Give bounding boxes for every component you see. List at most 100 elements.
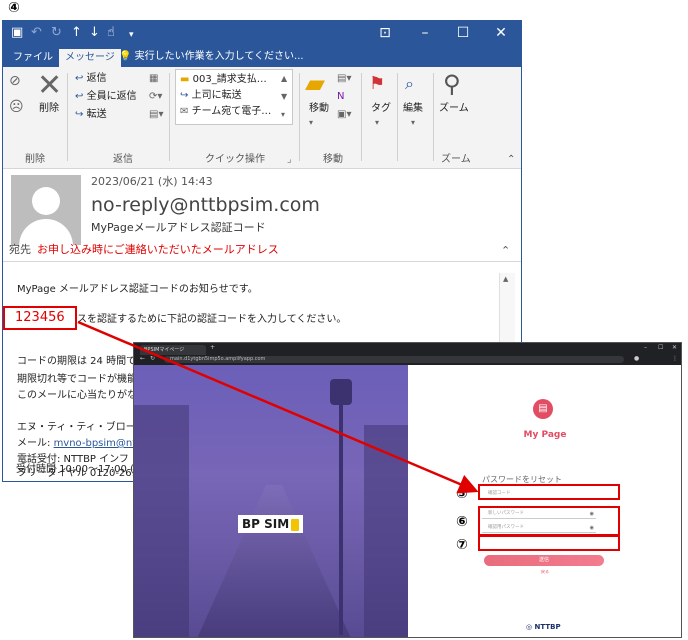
down-arrow-icon[interactable]: ↓: [89, 25, 100, 41]
minimize-icon[interactable]: –: [415, 24, 435, 42]
recipient-note: お申し込み時にご連絡いただいたメールアドレス: [37, 243, 279, 256]
move-folder-icon[interactable]: ▰: [305, 69, 325, 99]
actions-icon[interactable]: ▣▾: [337, 109, 351, 121]
ignore-icon[interactable]: ⊘: [9, 74, 21, 88]
back-link[interactable]: 戻る: [408, 569, 681, 575]
move-dropdown-icon[interactable]: ▾: [309, 117, 313, 129]
body-line-1: MyPage メールアドレス認証コードのお知らせです。: [17, 284, 258, 295]
quick-steps-scroll-up-icon[interactable]: ▲: [281, 73, 287, 85]
im-icon[interactable]: ⟳▾: [149, 91, 162, 103]
message-header: 2023/06/21 (水) 14:43 no-reply@nttbpsim.c…: [3, 171, 521, 261]
document-icon: ▤: [533, 399, 553, 419]
signature-line-5: 受付時間 10:00〜17:00 (土: [16, 464, 144, 475]
bpsim-logo: BP SIM: [238, 515, 304, 533]
mypage-title: My Page: [523, 430, 567, 440]
signature-line-2: メール: mvno-bpsim@ntt-: [17, 438, 144, 450]
send-button-highlight: [478, 535, 620, 551]
code-input-highlight: [478, 484, 620, 500]
profile-icon[interactable]: ●: [634, 355, 639, 362]
reply-all-button[interactable]: ↩ 全員に返信: [75, 91, 137, 103]
quick-steps-dialog-icon[interactable]: ⌟: [287, 154, 292, 166]
ribbon-display-icon[interactable]: ⊡: [375, 24, 395, 42]
ribbon-separator: [397, 73, 398, 161]
browser-tab[interactable]: BPSIMマイページ: [140, 345, 206, 355]
group-quick-label: クイック操作: [205, 154, 265, 165]
edit-button[interactable]: 編集: [403, 103, 423, 115]
zoom-magnifier-icon[interactable]: ⚲: [443, 69, 461, 99]
reply-all-label: 全員に返信: [86, 91, 137, 102]
message-sender[interactable]: no-reply@nttbpsim.com: [91, 193, 320, 217]
building-right-shape: [364, 425, 408, 637]
ribbon: ⊘ ☹ ✕ 削除 削除 ↩ 返信 ↩ 全員に返信 ↪ 転送 ▦ ⟳▾ ▤▾ 返信…: [3, 67, 521, 169]
customize-toolbar-icon[interactable]: ▾: [129, 27, 134, 43]
save-icon[interactable]: ▣: [11, 25, 23, 41]
recipient-line: 宛先 お申し込み時にご連絡いただいたメールアドレス: [9, 243, 279, 257]
quick-step-2[interactable]: ↪ 上司に転送: [180, 90, 242, 102]
team-email-icon: ✉: [180, 106, 189, 117]
browser-chrome: BPSIMマイページ + ← ↻ main.d1ytgbn5imp5o.ampl…: [134, 343, 681, 365]
delete-button[interactable]: 削除: [39, 103, 59, 115]
move-button[interactable]: 移動: [309, 103, 329, 115]
reply-icon: ↩: [75, 73, 84, 84]
quick-step-1[interactable]: ▬ 003_請求支払…: [180, 74, 267, 86]
delete-icon[interactable]: ✕: [37, 71, 62, 101]
body-line-4: 期限切れ等でコードが機能: [17, 374, 137, 385]
up-arrow-icon[interactable]: ↑: [71, 25, 82, 41]
ribbon-separator: [361, 73, 362, 161]
browser-minimize-icon[interactable]: –: [644, 344, 647, 351]
quick-step-3-label: チーム宛て電子…: [191, 106, 272, 117]
step-7-label: ⑦: [456, 537, 468, 553]
undo-icon[interactable]: ↶: [31, 25, 42, 41]
send-button[interactable]: 送信: [484, 555, 604, 566]
edit-search-icon[interactable]: ⌕: [405, 73, 414, 95]
group-zoom-label: ズーム: [441, 154, 471, 165]
step-5-label: ⑤: [456, 486, 468, 502]
collapse-ribbon-icon[interactable]: ⌃: [507, 154, 515, 166]
tags-dropdown-icon[interactable]: ▾: [375, 117, 379, 129]
junk-icon[interactable]: ☹: [9, 100, 24, 114]
reload-icon[interactable]: ↻: [150, 355, 155, 362]
tab-message[interactable]: メッセージ: [59, 49, 121, 67]
tags-flag-icon[interactable]: ⚑: [369, 73, 385, 95]
nttbp-logo: ◎ NTTBP: [526, 623, 561, 632]
address-bar[interactable]: main.d1ytgbn5imp5o.amplifyapp.com: [164, 356, 624, 363]
scroll-up-icon[interactable]: ▲: [503, 275, 508, 283]
collapse-header-icon[interactable]: ⌃: [501, 245, 510, 257]
browser-menu-icon[interactable]: ⋮: [672, 355, 678, 362]
quick-steps-more-icon[interactable]: ▾: [281, 109, 285, 121]
mail-link[interactable]: mvno-bpsim@ntt-: [54, 438, 144, 449]
new-tab-icon[interactable]: +: [210, 344, 215, 351]
meeting-icon[interactable]: ▦: [149, 73, 158, 85]
rules-icon[interactable]: ▤▾: [337, 73, 351, 85]
zoom-button[interactable]: ズーム: [439, 103, 469, 115]
group-delete-label: 削除: [25, 154, 45, 165]
tags-button[interactable]: タグ: [371, 103, 391, 115]
forward-to-boss-icon: ↪: [180, 90, 189, 101]
mail-label: メール:: [17, 438, 54, 449]
reply-button[interactable]: ↩ 返信: [75, 73, 107, 85]
ribbon-tabs: ファイル メッセージ 💡 実行したい作業を入力してください...: [3, 47, 521, 67]
verification-code-highlight: 123456: [3, 306, 77, 330]
password-inputs-highlight: [478, 506, 620, 536]
forward-label: 転送: [86, 109, 107, 120]
close-icon[interactable]: ✕: [491, 24, 511, 42]
edit-dropdown-icon[interactable]: ▾: [411, 117, 415, 129]
browser-maximize-icon[interactable]: ☐: [658, 344, 663, 351]
tell-me-input[interactable]: 💡 実行したい作業を入力してください...: [119, 50, 304, 64]
forward-button[interactable]: ↪ 転送: [75, 109, 107, 121]
more-respond-icon[interactable]: ▤▾: [149, 109, 163, 121]
tab-file[interactable]: ファイル: [7, 49, 59, 67]
lightbulb-icon: 💡: [119, 51, 132, 62]
back-icon[interactable]: ←: [140, 355, 145, 362]
touch-mode-icon[interactable]: ☝: [107, 25, 115, 41]
quick-steps-scroll-down-icon[interactable]: ▼: [281, 91, 287, 103]
ribbon-separator: [299, 73, 300, 161]
mypage-panel: ▤ My Page パスワードをリセット 確認コード 新しいパスワード ◉ 確認用…: [408, 365, 681, 637]
maximize-icon[interactable]: ☐: [453, 24, 473, 42]
quick-step-3[interactable]: ✉ チーム宛て電子…: [180, 106, 271, 118]
group-respond-label: 返信: [113, 154, 133, 165]
body-line-5: このメールに心当たりがな: [17, 390, 137, 401]
onenote-icon[interactable]: N: [337, 91, 344, 103]
browser-close-icon[interactable]: ✕: [672, 344, 677, 351]
redo-icon[interactable]: ↻: [51, 25, 62, 41]
